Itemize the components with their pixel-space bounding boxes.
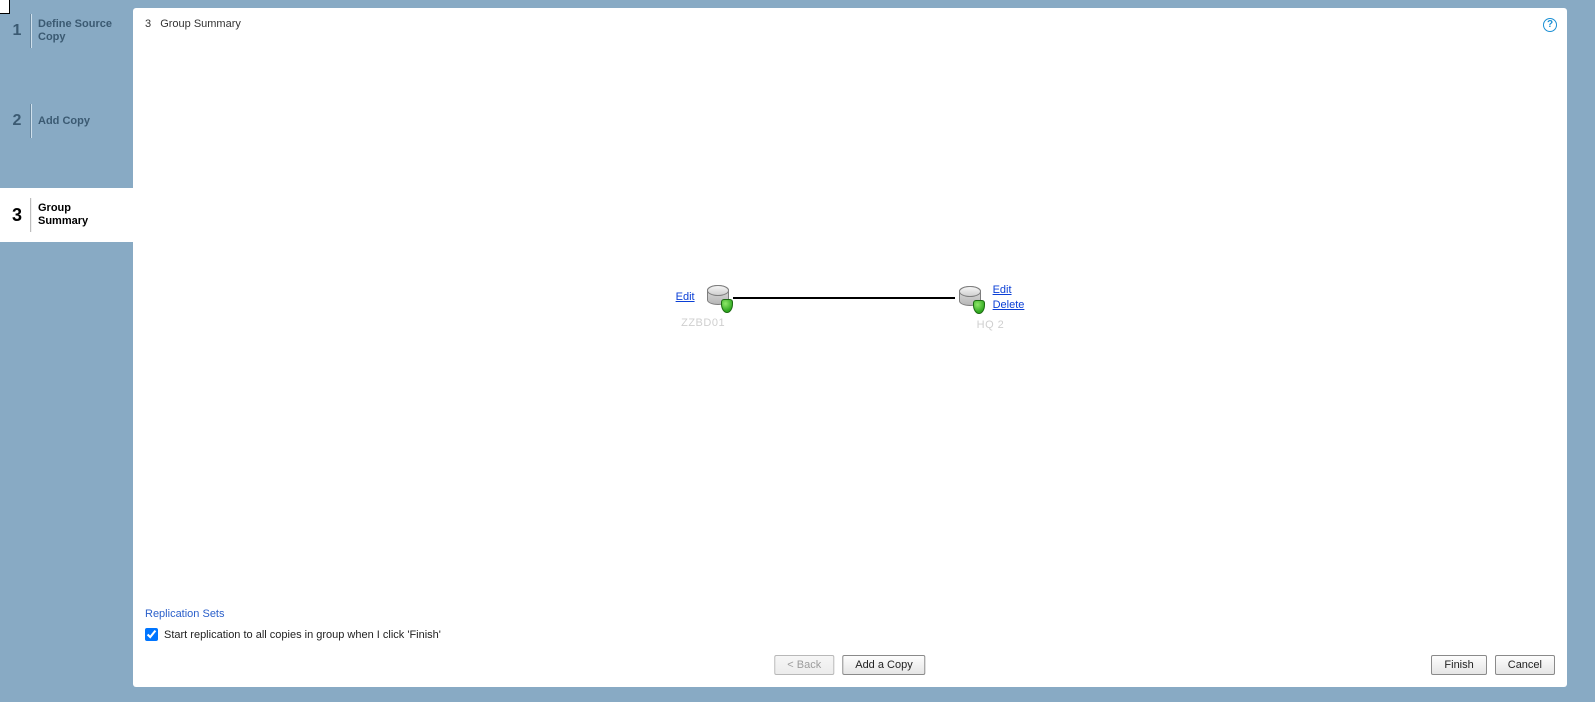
wizard-step-number: 2	[6, 112, 28, 130]
main-panel: 3 Group Summary ? Edit ZZBD01	[133, 8, 1567, 687]
database-icon	[705, 283, 731, 311]
wizard-step-add-copy[interactable]: 2 Add Copy	[0, 98, 133, 144]
page-title: 3 Group Summary	[145, 18, 241, 30]
database-icon	[957, 284, 983, 312]
wizard-step-separator	[30, 104, 32, 138]
wizard-step-label: Define Source Copy	[38, 18, 122, 44]
wizard-step-number: 1	[6, 22, 28, 40]
help-icon[interactable]: ?	[1543, 18, 1557, 32]
wizard-step-number: 3	[6, 205, 28, 226]
target-edit-link[interactable]: Edit	[993, 283, 1025, 298]
wizard-step-group-summary[interactable]: 3 Group Summary	[0, 188, 133, 242]
shield-icon	[973, 300, 985, 314]
start-replication-checkbox[interactable]	[145, 628, 158, 641]
shield-icon	[721, 299, 733, 313]
start-replication-row: Start replication to all copies in group…	[145, 628, 1555, 641]
wizard-step-label: Group Summary	[38, 202, 122, 228]
bottom-area: Replication Sets Start replication to al…	[145, 608, 1555, 675]
add-a-copy-button[interactable]: Add a Copy	[842, 655, 925, 675]
start-replication-label[interactable]: Start replication to all copies in group…	[164, 629, 441, 641]
wizard-step-separator	[30, 198, 32, 232]
target-delete-link[interactable]: Delete	[993, 298, 1025, 313]
page-title-number: 3	[145, 18, 151, 30]
source-edit-link[interactable]: Edit	[676, 290, 695, 305]
cancel-button[interactable]: Cancel	[1495, 655, 1555, 675]
source-node: Edit ZZBD01	[676, 283, 731, 329]
wizard-step-separator	[30, 14, 32, 48]
app-root: 1 Define Source Copy 2 Add Copy 3 Group …	[0, 0, 1595, 702]
wizard-step-define-source-copy[interactable]: 1 Define Source Copy	[0, 8, 133, 54]
wizard-sidebar: 1 Define Source Copy 2 Add Copy 3 Group …	[0, 8, 133, 702]
finish-button[interactable]: Finish	[1431, 655, 1486, 675]
target-node-label: HQ 2	[977, 319, 1005, 331]
back-button[interactable]: < Back	[774, 655, 834, 675]
topology-row: Edit ZZBD01	[676, 283, 1025, 331]
source-node-label: ZZBD01	[681, 317, 725, 329]
cursor-artifact	[0, 0, 10, 14]
connection-line	[733, 297, 955, 317]
page-title-text: Group Summary	[160, 18, 241, 30]
target-node-actions: Edit Delete	[993, 283, 1025, 313]
wizard-step-label: Add Copy	[38, 115, 90, 128]
replication-sets-link[interactable]: Replication Sets	[145, 608, 225, 620]
target-node: Edit Delete HQ 2	[957, 283, 1025, 331]
source-node-actions: Edit	[676, 290, 695, 305]
button-row: < Back Add a Copy Finish Cancel	[145, 655, 1555, 675]
topology-diagram: Edit ZZBD01	[133, 283, 1567, 343]
